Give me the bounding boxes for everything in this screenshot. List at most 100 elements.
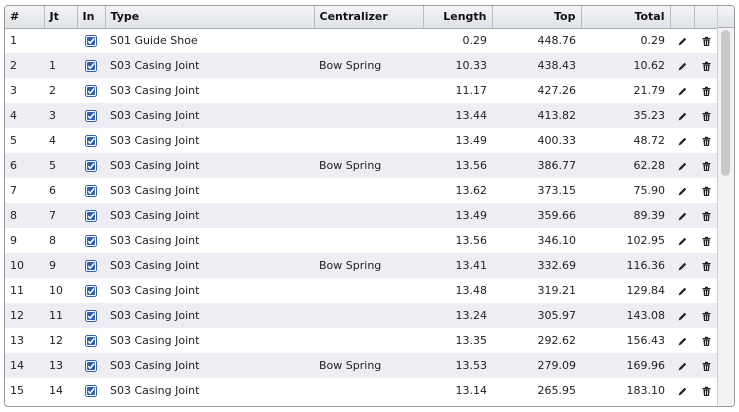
col-header-length[interactable]: Length xyxy=(423,6,493,29)
include-checkbox[interactable] xyxy=(77,303,105,328)
include-checkbox[interactable] xyxy=(77,278,105,303)
pencil-icon[interactable] xyxy=(677,159,688,172)
delete-button[interactable] xyxy=(694,378,718,403)
trash-icon[interactable] xyxy=(701,159,712,172)
vertical-scrollbar[interactable] xyxy=(717,6,734,406)
edit-button[interactable] xyxy=(670,303,694,328)
checkbox-checked-icon[interactable] xyxy=(85,334,97,347)
trash-icon[interactable] xyxy=(701,284,712,297)
include-checkbox[interactable] xyxy=(77,103,105,128)
checkbox-checked-icon[interactable] xyxy=(85,184,97,197)
trash-icon[interactable] xyxy=(701,334,712,347)
edit-button[interactable] xyxy=(670,78,694,103)
checkbox-checked-icon[interactable] xyxy=(85,109,97,122)
delete-button[interactable] xyxy=(694,253,718,278)
delete-button[interactable] xyxy=(694,28,718,53)
table-row[interactable]: 9 8 S03 Casing Joint 13.56 346.10 102.95 xyxy=(5,228,718,253)
col-header-top[interactable]: Top xyxy=(492,6,582,29)
checkbox-checked-icon[interactable] xyxy=(85,234,97,247)
pencil-icon[interactable] xyxy=(677,384,688,397)
col-header-total[interactable]: Total xyxy=(581,6,671,29)
edit-button[interactable] xyxy=(670,328,694,353)
trash-icon[interactable] xyxy=(701,384,712,397)
delete-button[interactable] xyxy=(694,178,718,203)
trash-icon[interactable] xyxy=(701,34,712,47)
pencil-icon[interactable] xyxy=(677,34,688,47)
checkbox-checked-icon[interactable] xyxy=(85,359,97,372)
edit-button[interactable] xyxy=(670,353,694,378)
checkbox-checked-icon[interactable] xyxy=(85,34,97,48)
pencil-icon[interactable] xyxy=(677,259,688,272)
edit-button[interactable] xyxy=(670,128,694,153)
trash-icon[interactable] xyxy=(701,359,712,372)
col-header-in[interactable]: In xyxy=(77,6,106,29)
pencil-icon[interactable] xyxy=(677,109,688,122)
edit-button[interactable] xyxy=(670,228,694,253)
table-row[interactable]: 13 12 S03 Casing Joint 13.35 292.62 156.43 xyxy=(5,328,718,353)
table-row[interactable]: 8 7 S03 Casing Joint 13.49 359.66 89.39 xyxy=(5,203,718,228)
col-header-centralizer[interactable]: Centralizer xyxy=(314,6,424,29)
pencil-icon[interactable] xyxy=(677,59,688,72)
delete-button[interactable] xyxy=(694,278,718,303)
pencil-icon[interactable] xyxy=(677,284,688,297)
col-header-joint[interactable]: Jt xyxy=(44,6,78,29)
table-row[interactable]: 3 2 S03 Casing Joint 11.17 427.26 21.79 xyxy=(5,78,718,103)
trash-icon[interactable] xyxy=(701,259,712,272)
checkbox-checked-icon[interactable] xyxy=(85,259,97,272)
delete-button[interactable] xyxy=(694,53,718,78)
delete-button[interactable] xyxy=(694,353,718,378)
edit-button[interactable] xyxy=(670,203,694,228)
trash-icon[interactable] xyxy=(701,84,712,97)
checkbox-checked-icon[interactable] xyxy=(85,134,97,147)
include-checkbox[interactable] xyxy=(77,328,105,353)
table-row[interactable]: 6 5 S03 Casing Joint Bow Spring 13.56 386.77 6… xyxy=(5,153,718,178)
include-checkbox[interactable] xyxy=(77,378,105,403)
delete-button[interactable] xyxy=(694,228,718,253)
table-row[interactable]: 15 14 S03 Casing Joint 13.14 265.95 183.10 xyxy=(5,378,718,403)
checkbox-checked-icon[interactable] xyxy=(85,284,97,297)
include-checkbox[interactable] xyxy=(77,128,105,153)
checkbox-checked-icon[interactable] xyxy=(85,59,97,72)
pencil-icon[interactable] xyxy=(677,334,688,347)
trash-icon[interactable] xyxy=(701,234,712,247)
col-header-type[interactable]: Type xyxy=(105,6,315,29)
pencil-icon[interactable] xyxy=(677,234,688,247)
checkbox-checked-icon[interactable] xyxy=(85,84,97,97)
table-row[interactable]: 4 3 S03 Casing Joint 13.44 413.82 35.23 xyxy=(5,103,718,128)
edit-button[interactable] xyxy=(670,178,694,203)
trash-icon[interactable] xyxy=(701,309,712,322)
delete-button[interactable] xyxy=(694,153,718,178)
edit-button[interactable] xyxy=(670,53,694,78)
checkbox-checked-icon[interactable] xyxy=(85,309,97,322)
delete-button[interactable] xyxy=(694,128,718,153)
edit-button[interactable] xyxy=(670,253,694,278)
table-row[interactable]: 12 11 S03 Casing Joint 13.24 305.97 143.08 xyxy=(5,303,718,328)
include-checkbox[interactable] xyxy=(77,228,105,253)
col-header-number[interactable]: # xyxy=(5,6,45,29)
include-checkbox[interactable] xyxy=(77,253,105,278)
include-checkbox[interactable] xyxy=(77,28,105,53)
delete-button[interactable] xyxy=(694,328,718,353)
table-row[interactable]: 7 6 S03 Casing Joint 13.62 373.15 75.90 xyxy=(5,178,718,203)
checkbox-checked-icon[interactable] xyxy=(85,159,97,172)
delete-button[interactable] xyxy=(694,103,718,128)
include-checkbox[interactable] xyxy=(77,53,105,78)
edit-button[interactable] xyxy=(670,278,694,303)
table-row[interactable]: 10 9 S03 Casing Joint Bow Spring 13.41 332.69… xyxy=(5,253,718,278)
table-row[interactable]: 5 4 S03 Casing Joint 13.49 400.33 48.72 xyxy=(5,128,718,153)
pencil-icon[interactable] xyxy=(677,359,688,372)
trash-icon[interactable] xyxy=(701,134,712,147)
trash-icon[interactable] xyxy=(701,209,712,222)
table-row[interactable]: 2 1 S03 Casing Joint Bow Spring 10.33 438.43 1… xyxy=(5,53,718,78)
include-checkbox[interactable] xyxy=(77,203,105,228)
scrollbar-thumb[interactable] xyxy=(721,30,730,176)
delete-button[interactable] xyxy=(694,203,718,228)
pencil-icon[interactable] xyxy=(677,309,688,322)
delete-button[interactable] xyxy=(694,78,718,103)
table-row[interactable]: 11 10 S03 Casing Joint 13.48 319.21 129.84 xyxy=(5,278,718,303)
include-checkbox[interactable] xyxy=(77,153,105,178)
pencil-icon[interactable] xyxy=(677,209,688,222)
delete-button[interactable] xyxy=(694,303,718,328)
checkbox-checked-icon[interactable] xyxy=(85,384,97,397)
edit-button[interactable] xyxy=(670,378,694,403)
